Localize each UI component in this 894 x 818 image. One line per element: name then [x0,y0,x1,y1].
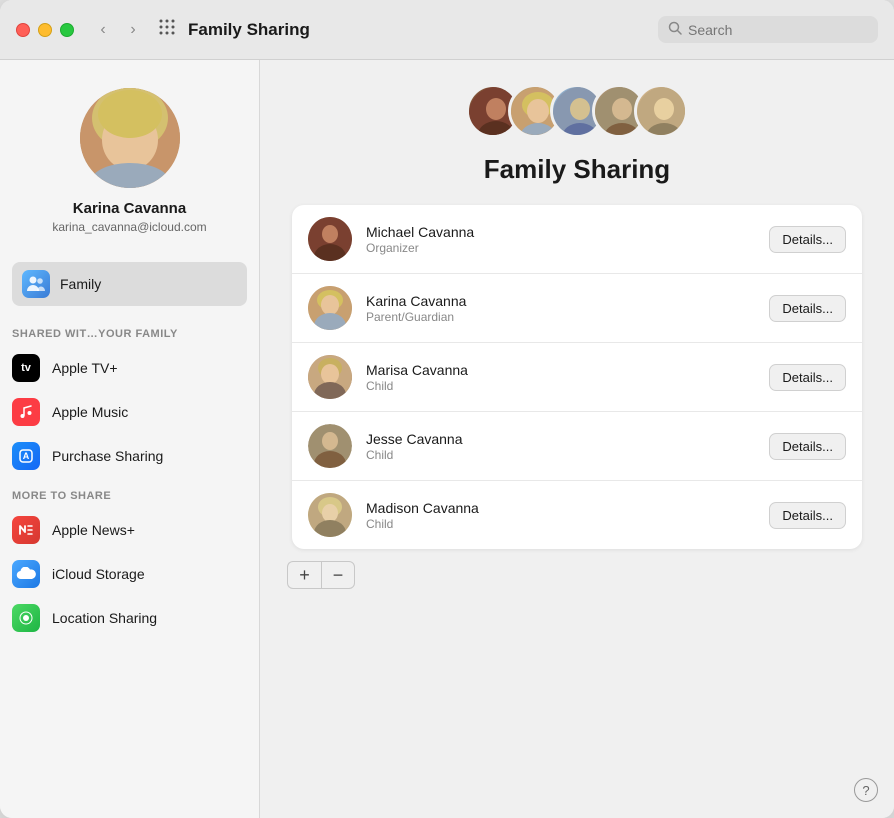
maximize-button[interactable] [60,23,74,37]
applenews-icon [12,516,40,544]
member-info-marisa: Marisa Cavanna Child [366,362,755,393]
remove-member-button[interactable]: − [321,561,355,589]
member-name: Karina Cavanna [366,293,755,309]
sidebar-item-location[interactable]: Location Sharing [0,596,259,640]
member-role: Child [366,379,755,393]
member-role: Child [366,448,755,462]
details-button-madison[interactable]: Details... [769,502,846,529]
member-info-jesse: Jesse Cavanna Child [366,431,755,462]
svg-text:A: A [23,451,30,461]
close-button[interactable] [16,23,30,37]
icloud-label: iCloud Storage [52,566,145,582]
sidebar-item-icloud[interactable]: iCloud Storage [0,552,259,596]
member-role: Parent/Guardian [366,310,755,324]
window-title: Family Sharing [188,20,658,40]
traffic-lights [16,23,74,37]
applemusic-icon [12,398,40,426]
sidebar-nav: Family [0,254,259,316]
list-actions: + − [287,561,355,589]
detail-title: Family Sharing [484,154,670,185]
location-icon [12,604,40,632]
applemusic-label: Apple Music [52,404,128,420]
table-row: Marisa Cavanna Child Details... [292,343,862,412]
avatar [80,88,180,188]
member-avatar-karina [308,286,352,330]
help-button[interactable]: ? [854,778,878,802]
nav-arrows: ‹ › [90,17,146,43]
sidebar-item-family[interactable]: Family [12,262,247,306]
member-avatar-michael [308,217,352,261]
profile-name: Karina Cavanna [73,200,186,217]
shared-section-header: SHARED WIT…YOUR FAMILY [0,316,259,346]
details-button-karina[interactable]: Details... [769,295,846,322]
member-name: Madison Cavanna [366,500,755,516]
sidebar-item-appletv[interactable]: tv Apple TV+ [0,346,259,390]
details-button-jesse[interactable]: Details... [769,433,846,460]
forward-button[interactable]: › [120,17,146,43]
main-content: Karina Cavanna karina_cavanna@icloud.com… [0,60,894,818]
member-avatars-row [466,84,688,138]
member-avatar-madison [308,493,352,537]
table-row: Jesse Cavanna Child Details... [292,412,862,481]
member-name: Marisa Cavanna [366,362,755,378]
member-avatar-5 [634,84,688,138]
purchasesharing-label: Purchase Sharing [52,448,163,464]
search-bar[interactable] [658,16,878,43]
grid-icon[interactable] [158,18,176,41]
member-name: Michael Cavanna [366,224,755,240]
sidebar: Karina Cavanna karina_cavanna@icloud.com… [0,60,260,818]
appletv-icon: tv [12,354,40,382]
member-info-karina: Karina Cavanna Parent/Guardian [366,293,755,324]
table-row: Michael Cavanna Organizer Details... [292,205,862,274]
more-section-header: MORE TO SHARE [0,478,259,508]
family-icon [22,270,50,298]
icloud-icon [12,560,40,588]
sidebar-profile: Karina Cavanna karina_cavanna@icloud.com [0,60,259,254]
appletv-label: Apple TV+ [52,360,118,376]
sidebar-item-applemusic[interactable]: Apple Music [0,390,259,434]
sidebar-item-purchasesharing[interactable]: A Purchase Sharing [0,434,259,478]
details-button-michael[interactable]: Details... [769,226,846,253]
member-info-madison: Madison Cavanna Child [366,500,755,531]
back-button[interactable]: ‹ [90,17,116,43]
member-role: Child [366,517,755,531]
sidebar-item-applenews[interactable]: Apple News+ [0,508,259,552]
purchasesharing-icon: A [12,442,40,470]
member-name: Jesse Cavanna [366,431,755,447]
add-member-button[interactable]: + [287,561,321,589]
details-button-marisa[interactable]: Details... [769,364,846,391]
profile-email: karina_cavanna@icloud.com [52,220,206,234]
search-input[interactable] [688,22,868,38]
location-label: Location Sharing [52,610,157,626]
titlebar: ‹ › Family Sharing [0,0,894,60]
applenews-label: Apple News+ [52,522,135,538]
member-info-michael: Michael Cavanna Organizer [366,224,755,255]
search-icon [668,21,682,38]
app-window: ‹ › Family Sharing [0,0,894,818]
member-avatar-jesse [308,424,352,468]
members-list: Michael Cavanna Organizer Details... [292,205,862,549]
table-row: Madison Cavanna Child Details... [292,481,862,549]
member-role: Organizer [366,241,755,255]
table-row: Karina Cavanna Parent/Guardian Details..… [292,274,862,343]
sidebar-item-family-label: Family [60,276,101,292]
member-avatar-marisa [308,355,352,399]
minimize-button[interactable] [38,23,52,37]
detail-panel: Family Sharing Michael Cavanna Organize [260,60,894,818]
